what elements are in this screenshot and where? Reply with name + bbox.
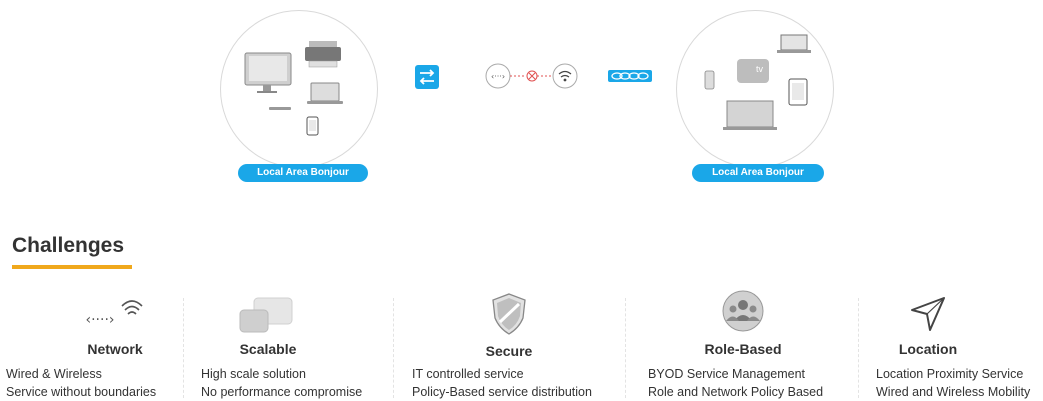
- challenge-line: Service without boundaries: [6, 385, 157, 399]
- bonjour-chain-icon: [608, 69, 652, 87]
- challenge-title: Location: [898, 341, 958, 357]
- apple-tv-label: tv: [756, 64, 764, 74]
- challenge-line: Wired & Wireless: [6, 367, 102, 381]
- router-blocked-wifi-icon: ‹···›: [484, 62, 580, 95]
- challenge-line: Wired and Wireless Mobility: [876, 385, 1031, 399]
- challenge-title: Secure: [485, 343, 533, 359]
- challenge-title: Scalable: [239, 341, 297, 357]
- challenge-line: Location Proximity Service: [876, 367, 1024, 381]
- challenges-underline: [12, 265, 132, 269]
- local-area-bonjour-right-badge: Local Area Bonjour: [692, 164, 824, 182]
- switch-icon: [415, 65, 439, 94]
- local-area-bonjour-left-badge: Local Area Bonjour: [238, 164, 368, 182]
- challenges-heading: Challenges: [12, 234, 125, 257]
- svg-text:‹···›: ‹···›: [491, 72, 505, 81]
- left-devices-icon: [244, 41, 343, 136]
- challenge-line: High scale solution: [201, 367, 306, 381]
- user-group-icon: [721, 289, 765, 338]
- column-divider: [625, 298, 626, 398]
- challenge-line: BYOD Service Management: [648, 367, 806, 381]
- right-device-group: tv: [676, 10, 834, 168]
- challenge-line: No performance compromise: [201, 385, 363, 399]
- shield-icon: [489, 292, 529, 341]
- network-wifi-icon: ‹····›: [80, 292, 150, 337]
- svg-text:‹····›: ‹····›: [86, 312, 115, 328]
- challenge-line: IT controlled service: [412, 367, 524, 381]
- right-devices-icon: [704, 34, 811, 130]
- challenge-line: Role and Network Policy Based: [648, 385, 824, 399]
- left-device-group: [220, 10, 378, 168]
- challenge-line: Policy-Based service distribution: [412, 385, 592, 399]
- scalable-blocks-icon: [236, 296, 300, 339]
- location-arrow-icon: [908, 294, 948, 339]
